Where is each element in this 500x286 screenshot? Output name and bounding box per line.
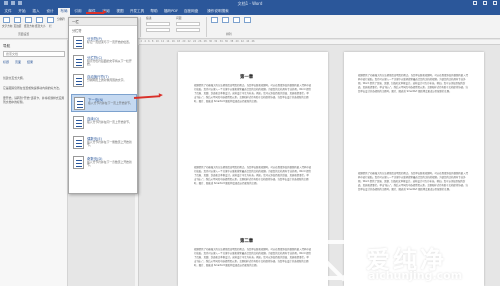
ribbon-separator <box>206 17 207 37</box>
tab-references[interactable]: 引用 <box>72 8 84 15</box>
break-even-page-item[interactable]: 偶数页(E) 插入分节符并在下一偶数页上开始新节。 <box>71 134 137 152</box>
break-next-page-item[interactable]: 下一页(N) 插入分节符并在下一页上开始新节。 <box>71 94 137 112</box>
navigation-title: 导航 <box>3 44 11 48</box>
document-page-1[interactable]: 第一章 视频提供了功能强大的方法帮助您证明您的观点。当您单击联机视频时，可以在想… <box>178 52 328 286</box>
tab-file[interactable]: 文件 <box>2 8 14 15</box>
orientation-icon <box>25 17 32 23</box>
dropdown-section-label: 分栏符 <box>72 29 82 33</box>
spacing-after-field[interactable] <box>176 28 200 32</box>
body-paragraph: 视频提供了功能强大的方法帮助您证明您的观点。当您单击联机视频时，可以在想要添加的… <box>194 166 312 185</box>
continuous-break-icon <box>73 116 84 129</box>
tab-insert[interactable]: 插入 <box>30 8 42 15</box>
break-continuous-item[interactable]: 连续(O) 插入分节符并在同一页上开始新节。 <box>71 114 137 132</box>
body-paragraph: 视频提供了功能强大的方法帮助您证明您的观点。当您单击联机视频时，可以在想要添加的… <box>194 84 312 103</box>
chapter-2-heading: 第二章 <box>240 239 254 244</box>
position-button[interactable] <box>210 17 219 28</box>
tab-pages[interactable]: 页面 <box>15 60 21 64</box>
tab-view[interactable]: 视图 <box>114 8 126 15</box>
columns-button[interactable]: 栏 <box>46 17 55 28</box>
breaks-button[interactable]: 分隔符 <box>57 16 65 21</box>
text-direction-icon <box>3 17 10 23</box>
ribbon-separator <box>140 17 141 37</box>
site-watermark: 爱纯净 aichunjing.com <box>308 236 500 286</box>
window-title: 文档1 - Word <box>237 1 263 6</box>
tab-home[interactable]: 开始 <box>16 8 28 15</box>
indent-right-field[interactable] <box>146 28 170 32</box>
wrap-text-button[interactable] <box>221 17 230 28</box>
next-page-break-icon <box>74 97 85 110</box>
size-button[interactable]: 纸张大小 <box>35 17 45 28</box>
chapter-1-heading: 第一章 <box>240 75 254 80</box>
nav-help-line: 要开始，请转到"开始"选项卡，并将标题样式应用到文档中的标题。 <box>3 96 65 104</box>
text-direction-button[interactable]: 文字方向 <box>2 17 12 28</box>
bring-forward-icon <box>233 17 240 23</box>
position-icon <box>211 17 218 23</box>
margins-icon <box>14 17 21 23</box>
ribbon-tabs: 文件 开始 插入 设计 布局 引用 邮件 审阅 视图 开发工具 帮助 福昕PDF… <box>0 8 500 15</box>
column-break-icon <box>73 55 84 68</box>
break-text-wrapping-item[interactable]: 自动换行符(T) 分隔网页上的对象周围的文字。 <box>71 72 137 90</box>
spacing-label: 间距 <box>176 16 182 20</box>
tab-baidu-netdisk[interactable]: 百度网盘 <box>182 8 200 15</box>
send-backward-icon <box>244 17 251 23</box>
tab-help[interactable]: 帮助 <box>148 8 160 15</box>
watermark-url: aichunjing.com <box>368 269 463 282</box>
send-backward-button[interactable] <box>243 17 252 28</box>
search-input[interactable]: 搜索文档 <box>3 51 65 57</box>
tab-developer[interactable]: 开发工具 <box>128 8 146 15</box>
margins-button[interactable]: 页边距 <box>13 17 22 28</box>
tell-me-search[interactable]: 操作说明搜索 <box>204 8 232 15</box>
orientation-button[interactable]: 纸张方向 <box>24 17 34 28</box>
tab-layout[interactable]: 布局 <box>58 8 70 15</box>
columns-icon <box>47 17 54 23</box>
navigation-pane: 导航 搜索文档 标题 页面 结果 创建交互式大纲。 它是跟踪您所在位置或快速移动… <box>0 40 68 286</box>
even-page-break-icon <box>73 136 84 149</box>
body-paragraph: 视频提供了功能强大的方法帮助您证明您的观点。当您单击联机视频时，可以在想要添加的… <box>358 74 468 93</box>
arrange-group-label: 排列 <box>226 32 232 36</box>
annotation-arrow <box>86 10 107 14</box>
tab-headings[interactable]: 标题 <box>3 60 9 64</box>
odd-page-break-icon <box>73 156 84 169</box>
tab-foxit-pdf[interactable]: 福昕PDF <box>162 8 180 15</box>
spacing-before-field[interactable] <box>176 22 200 26</box>
break-odd-page-item[interactable]: 奇数页(D) 插入分节符并在下一奇数页上开始新节。 <box>71 154 137 172</box>
window-controls <box>473 1 497 5</box>
nav-help-line: 它是跟踪您所在位置或快速移动内容的好方法。 <box>3 86 62 90</box>
close-icon[interactable] <box>493 1 497 5</box>
bring-forward-button[interactable] <box>232 17 241 28</box>
size-icon <box>36 17 43 23</box>
minimize-icon[interactable] <box>473 1 477 5</box>
body-paragraph: 视频提供了功能强大的方法帮助您证明您的观点。当您单击联机视频时，可以在想要添加的… <box>194 248 312 267</box>
tab-results[interactable]: 结果 <box>27 60 33 64</box>
indent-left-field[interactable] <box>146 22 170 26</box>
page-setup-group-label: 页面设置 <box>18 32 30 36</box>
page-break-icon <box>73 36 84 49</box>
tab-design[interactable]: 设计 <box>44 8 56 15</box>
break-column-item[interactable]: 分栏符(C) 指示分栏符后面的文字将从下一栏开始。 <box>71 53 137 71</box>
title-bar: 文档1 - Word <box>0 0 500 8</box>
maximize-icon[interactable] <box>483 1 487 5</box>
nav-help-line: 创建交互式大纲。 <box>3 76 26 80</box>
horizontal-ruler[interactable]: · 2 · 4 · 6 · 8 · 10 · 12 · 14 · 16 · 18… <box>139 40 500 45</box>
navigation-tabs: 标题 页面 结果 <box>3 60 33 64</box>
watermark-logo-icon <box>318 240 358 280</box>
text-wrapping-break-icon <box>73 74 84 87</box>
indent-label: 缩进 <box>146 16 152 20</box>
dropdown-header: 一栏 <box>69 18 137 26</box>
breaks-dropdown: 一栏 分栏符 分页符(P) 标记一页结束与下一页开始的位置。 分栏符(C) 指示… <box>68 17 138 194</box>
break-page-item[interactable]: 分页符(P) 标记一页结束与下一页开始的位置。 <box>71 34 137 52</box>
wrap-text-icon <box>222 17 229 23</box>
